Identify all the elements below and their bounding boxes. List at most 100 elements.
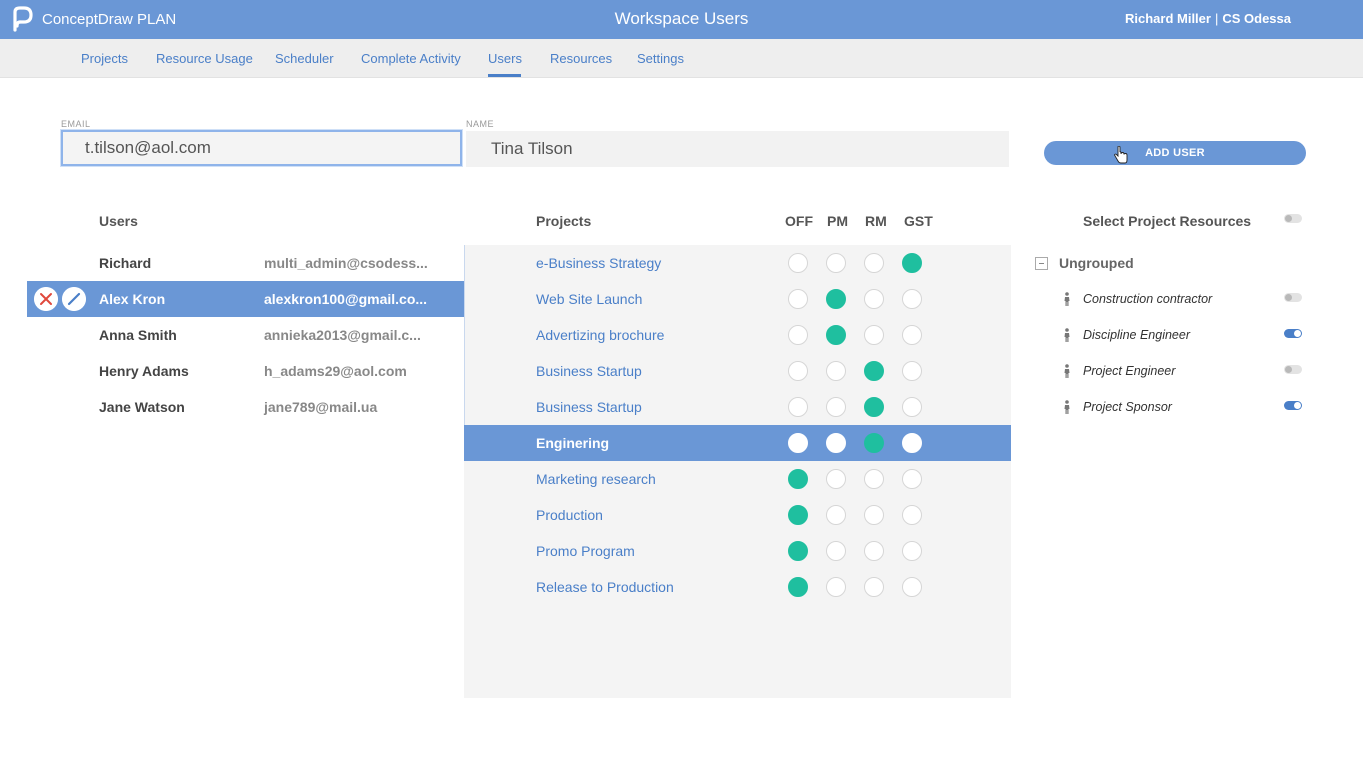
account-user-name: Richard Miller: [1124, 11, 1211, 26]
project-row[interactable]: Advertizing brochure: [464, 317, 1011, 353]
edit-user-icon[interactable]: [62, 287, 86, 311]
role-radio-rm[interactable]: [864, 433, 884, 453]
role-radio-pm[interactable]: [826, 289, 846, 309]
project-name[interactable]: Production: [536, 507, 603, 523]
nav-resource-usage[interactable]: Resource Usage: [156, 51, 253, 66]
resource-toggle[interactable]: [1284, 365, 1302, 374]
role-radio-pm[interactable]: [826, 505, 846, 525]
project-row[interactable]: Release to Production: [464, 569, 1011, 605]
role-header-rm: RM: [865, 213, 887, 229]
role-radio-gst[interactable]: [902, 397, 922, 417]
nav-active-indicator: [488, 74, 521, 77]
email-field[interactable]: [61, 130, 462, 166]
user-row[interactable]: Henry Adams h_adams29@aol.com: [27, 353, 465, 389]
user-name: Richard: [99, 255, 152, 271]
project-name[interactable]: Business Startup: [536, 399, 642, 415]
role-radio-off[interactable]: [788, 577, 808, 597]
project-name[interactable]: Advertizing brochure: [536, 327, 664, 343]
role-radio-pm[interactable]: [826, 325, 846, 345]
role-radio-gst[interactable]: [902, 541, 922, 561]
account-info[interactable]: Richard Miller | CS Odessa: [1125, 11, 1291, 26]
role-radio-rm[interactable]: [864, 541, 884, 561]
role-radio-pm[interactable]: [826, 253, 846, 273]
collapse-group-icon[interactable]: [1035, 257, 1048, 270]
project-name[interactable]: Marketing research: [536, 471, 656, 487]
role-radio-rm[interactable]: [864, 253, 884, 273]
nav-scheduler[interactable]: Scheduler: [275, 51, 334, 66]
role-radio-gst[interactable]: [902, 577, 922, 597]
role-radio-gst[interactable]: [902, 289, 922, 309]
role-radio-pm[interactable]: [826, 541, 846, 561]
role-radio-gst[interactable]: [902, 253, 922, 273]
role-radio-off[interactable]: [788, 505, 808, 525]
user-name: Anna Smith: [99, 327, 177, 343]
role-radio-pm[interactable]: [826, 469, 846, 489]
name-field[interactable]: [466, 131, 1009, 167]
resource-toggle[interactable]: [1284, 329, 1302, 338]
role-radio-rm[interactable]: [864, 577, 884, 597]
role-radio-gst[interactable]: [902, 505, 922, 525]
user-row[interactable]: Alex Kron alexkron100@gmail.co...: [27, 281, 465, 317]
user-row[interactable]: Anna Smith annieka2013@gmail.c...: [27, 317, 465, 353]
nav-settings[interactable]: Settings: [637, 51, 684, 66]
role-radio-rm[interactable]: [864, 397, 884, 417]
nav-users[interactable]: Users: [488, 51, 522, 66]
role-radio-pm[interactable]: [826, 361, 846, 381]
project-row[interactable]: Promo Program: [464, 533, 1011, 569]
project-row[interactable]: Enginering: [464, 425, 1011, 461]
role-radio-gst[interactable]: [902, 325, 922, 345]
project-row[interactable]: Business Startup: [464, 353, 1011, 389]
role-radio-rm[interactable]: [864, 289, 884, 309]
nav-resources[interactable]: Resources: [550, 51, 612, 66]
role-radio-off[interactable]: [788, 253, 808, 273]
resources-header: Select Project Resources: [1083, 213, 1252, 229]
user-email: jane789@mail.ua: [264, 399, 378, 415]
role-radio-gst[interactable]: [902, 469, 922, 489]
project-name[interactable]: Web Site Launch: [536, 291, 642, 307]
role-radio-rm[interactable]: [864, 505, 884, 525]
name-label: NAME: [466, 119, 495, 129]
project-row[interactable]: Production: [464, 497, 1011, 533]
project-row[interactable]: Business Startup: [464, 389, 1011, 425]
project-name[interactable]: Promo Program: [536, 543, 635, 559]
role-radio-gst[interactable]: [902, 433, 922, 453]
role-radio-pm[interactable]: [826, 577, 846, 597]
project-name[interactable]: Enginering: [536, 435, 609, 451]
role-radio-rm[interactable]: [864, 361, 884, 381]
person-icon: [1064, 292, 1070, 306]
role-radio-off[interactable]: [788, 433, 808, 453]
role-radio-off[interactable]: [788, 541, 808, 561]
project-row[interactable]: Web Site Launch: [464, 281, 1011, 317]
role-radio-off[interactable]: [788, 397, 808, 417]
role-radio-off[interactable]: [788, 325, 808, 345]
resource-label: Construction contractor: [1083, 292, 1213, 306]
person-icon: [1064, 328, 1070, 342]
role-radio-rm[interactable]: [864, 469, 884, 489]
role-radio-gst[interactable]: [902, 361, 922, 381]
resource-toggle[interactable]: [1284, 401, 1302, 410]
account-org-name: CS Odessa: [1222, 11, 1291, 26]
project-row[interactable]: Marketing research: [464, 461, 1011, 497]
projects-panel: e-Business Strategy Web Site Launch Advert…: [464, 245, 1011, 698]
add-user-button[interactable]: ADD USER: [1044, 141, 1306, 165]
role-radio-rm[interactable]: [864, 325, 884, 345]
role-radio-pm[interactable]: [826, 397, 846, 417]
resource-toggle[interactable]: [1284, 293, 1302, 302]
role-radio-off[interactable]: [788, 469, 808, 489]
role-radio-pm[interactable]: [826, 433, 846, 453]
user-row[interactable]: Richard multi_admin@csodess...: [27, 245, 465, 281]
delete-user-icon[interactable]: [34, 287, 58, 311]
project-name[interactable]: Release to Production: [536, 579, 674, 595]
account-separator: |: [1214, 11, 1219, 26]
project-row[interactable]: e-Business Strategy: [464, 245, 1011, 281]
project-name[interactable]: e-Business Strategy: [536, 255, 661, 271]
nav-complete-activity[interactable]: Complete Activity: [361, 51, 461, 66]
user-row[interactable]: Jane Watson jane789@mail.ua: [27, 389, 465, 425]
role-radio-off[interactable]: [788, 361, 808, 381]
nav-projects[interactable]: Projects: [81, 51, 128, 66]
resource-label: Discipline Engineer: [1083, 328, 1191, 342]
panel-divider: [464, 245, 465, 425]
select-all-resources-toggle[interactable]: [1284, 214, 1302, 223]
role-radio-off[interactable]: [788, 289, 808, 309]
project-name[interactable]: Business Startup: [536, 363, 642, 379]
